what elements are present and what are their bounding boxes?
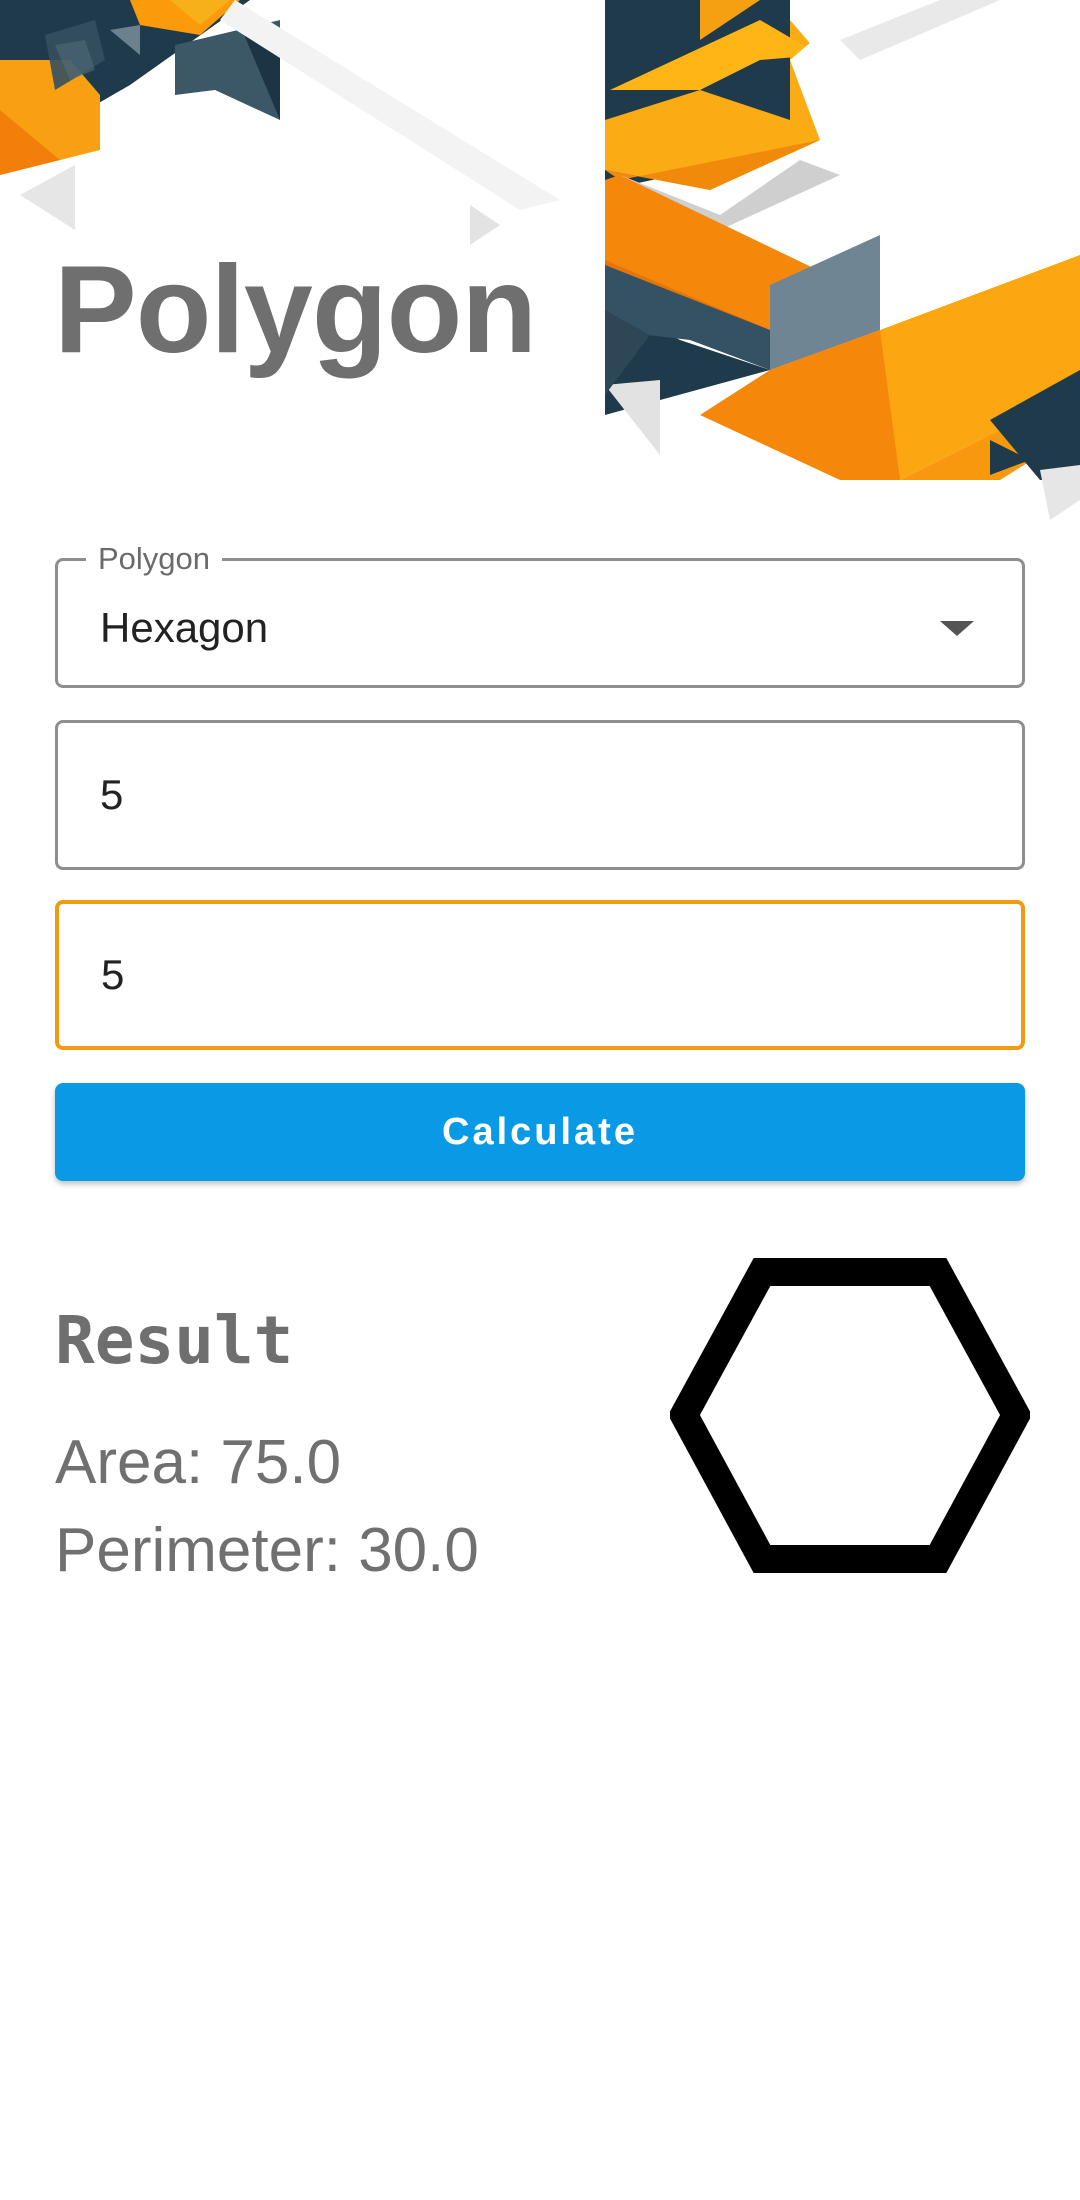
polygon-select-label: Polygon [86, 539, 223, 579]
area-text: Area: 75.0 [55, 1428, 342, 1497]
page-title: Polygon [54, 241, 537, 379]
dropdown-arrow-icon[interactable] [940, 621, 974, 636]
polygon-select-value: Hexagon [100, 604, 269, 651]
polygon-select[interactable]: Polygon Hexagon [55, 539, 1025, 688]
result-heading: Result [55, 1302, 294, 1379]
second-input-value: 5 [101, 951, 125, 998]
side-input-value: 5 [100, 771, 124, 818]
second-input[interactable]: 5 [55, 900, 1025, 1050]
polygon-screen: Polygon Polygon Hexagon 5 5 Calculate Re… [0, 0, 1080, 2200]
perimeter-text: Perimeter: 30.0 [55, 1516, 479, 1585]
hexagon-icon [670, 1258, 1030, 1573]
calculate-button[interactable]: Calculate [55, 1083, 1025, 1181]
side-input[interactable]: 5 [55, 720, 1025, 870]
calculate-button-label: Calculate [442, 1110, 638, 1153]
